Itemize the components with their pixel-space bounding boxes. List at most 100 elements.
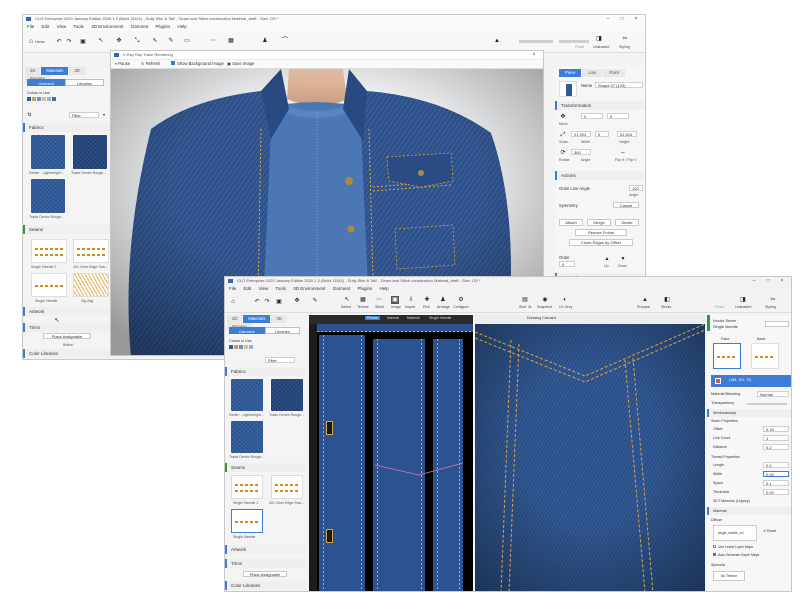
menu-tools[interactable]: Tools [73,24,84,29]
pattern-2d-window[interactable]: Pieces Internal Material Single Needle [309,315,473,591]
workmanship-header[interactable]: Workmanship [707,409,791,417]
front-seam-thumb-2[interactable] [271,475,303,499]
pick-tool-icon[interactable]: ✚ [423,296,431,304]
seam-thumb-zig-zag[interactable] [73,273,109,297]
texture-tool-icon[interactable]: ▦ [359,296,367,304]
face-preview[interactable] [713,343,741,369]
front-minimize-icon[interactable]: – [747,277,761,285]
front-select-tool-icon[interactable]: ↖ [343,296,351,304]
stitch-tool-front-icon[interactable]: ⋯ [375,296,383,304]
length-field[interactable]: 0.4 [763,462,789,468]
front-pen-icon[interactable]: ✎ [311,297,319,305]
order-down-icon[interactable]: ▼ [619,255,627,263]
pen-tool-icon[interactable]: ✎ [167,37,175,45]
styling-label[interactable]: Styling [619,45,630,49]
size-icon[interactable]: ▤ [521,296,529,304]
subtab-garment[interactable]: Garment [27,79,66,86]
front-maximize-icon[interactable]: □ [761,277,775,285]
scale-field[interactable]: 21.904 [571,131,591,137]
front-menu-garment[interactable]: Garment [333,286,351,291]
diffuse-texture-box[interactable]: single_needle_col [713,525,757,541]
front-undo-icon[interactable]: ↶ [253,298,261,306]
stitch-tool-icon[interactable]: ⋯ [209,37,217,45]
auto-depth-checkbox[interactable]: Auto Generate Depth Maps [713,553,759,557]
grid-tool-icon[interactable]: ▦ [227,37,235,45]
simulation-slider[interactable] [519,40,553,43]
seam-thumb-single-needle-2[interactable] [31,239,67,263]
internal-toggle[interactable]: Internal [387,316,399,320]
material-header[interactable]: Material [707,507,791,515]
distance-field[interactable]: 0.2 [763,444,789,450]
refresh-button[interactable]: ↻ Refresh [141,61,160,66]
seam-thumb-401-edge[interactable] [73,239,109,263]
divide-button[interactable]: Divide [615,219,639,226]
front-seam-thumb-1[interactable] [231,475,263,499]
order-field[interactable]: 0 [559,261,575,267]
front-menu-edit[interactable]: Edit [244,286,252,291]
front-tab-2d[interactable]: 2D [227,315,243,323]
tab-point[interactable]: Point [603,69,625,77]
pause-button[interactable]: ⏸ Pause [115,61,130,66]
home-label[interactable]: Home [35,40,45,44]
front-tab-3d[interactable]: 3D [271,315,287,323]
show-background-checkbox[interactable]: Show Background Image [171,61,224,66]
front-unshaded-icon[interactable]: ◨ [739,296,747,304]
close-icon[interactable]: × [629,15,643,23]
no-texture-button[interactable]: No Texture [713,571,745,581]
attach-button[interactable]: Attach [559,219,583,226]
fabric-thumb-denim-lightweight[interactable] [31,135,65,169]
fabric-thumb-trade-denim-1[interactable] [73,135,107,169]
front-camera-icon[interactable]: ▣ [275,298,283,306]
redo-icon[interactable]: ↷ [65,38,73,46]
subtab-libraries[interactable]: Libraries [65,79,104,86]
symmetry-cancel-button[interactable]: Cancel [613,202,639,208]
front-trims-header[interactable]: Trims [225,559,307,568]
artwork-section-header[interactable]: Artwork [23,307,111,316]
front-place-assignable-button[interactable]: Place Assignable [243,571,287,577]
unshaded-icon[interactable]: ◨ [595,35,603,43]
actions-header[interactable]: Actions [555,171,645,180]
import-tool-icon[interactable]: ⇩ [407,296,415,304]
line-count-field[interactable]: 1 [763,435,789,441]
color-chip[interactable] [715,378,721,384]
styling-icon[interactable]: ✂ [621,35,629,43]
seams-section-header[interactable]: Seams [23,225,111,234]
front-seam-thumb-3[interactable] [231,509,263,533]
blending-dropdown[interactable]: Normal [757,391,789,397]
use-linear-checkbox[interactable]: Use Linear Layer Maps [713,545,753,549]
back-preview[interactable] [751,343,779,369]
front-close-icon[interactable]: × [775,277,789,285]
menu-garment[interactable]: Garment [131,24,149,29]
rect-tool-icon[interactable]: ▭ [183,37,191,45]
place-assignable-button[interactable]: Place Assignable [43,333,91,339]
front-tab-materials[interactable]: Materials [243,315,271,323]
maximize-icon[interactable]: □ [615,15,629,23]
offset-field[interactable]: 0.15 [763,426,789,432]
seam-preset-button[interactable] [765,321,789,327]
tab-line[interactable]: Line [582,69,603,77]
front-menu-plugins[interactable]: Plugins [358,286,373,291]
menu-edit[interactable]: Edit [42,24,50,29]
library-filter-field[interactable]: Filter [69,112,99,118]
transformation-header[interactable]: Transformation [555,101,645,110]
reduce-points-button[interactable]: Reduce Points [575,229,627,236]
thickness-field[interactable]: 0.03 [763,489,789,495]
flip-icon[interactable]: ⇔ [619,149,627,157]
front-move-icon[interactable]: ✥ [293,297,301,305]
angle-field[interactable]: 360 [571,149,591,155]
front-fabric-thumb-2[interactable] [271,379,303,411]
front-artwork-header[interactable]: Artwork [225,545,307,554]
save-image-button[interactable]: ▣ Save Image [227,61,254,66]
pattern-piece-left-front[interactable] [319,335,365,591]
height-field[interactable]: 61.924 [617,131,637,137]
space-field[interactable]: 0.1 [763,480,789,486]
filter-dropdown-icon[interactable]: ▾ [101,111,107,119]
front-menu-help[interactable]: Help [380,286,389,291]
grain-line-field[interactable]: 100 [629,185,643,191]
menu-3d-environment[interactable]: 3D Environment [91,24,123,29]
front-styling-icon[interactable]: ✂ [769,296,777,304]
move-y-field[interactable]: 0 [607,113,629,119]
avatar-tool-icon[interactable]: ♟ [261,37,269,45]
menu-plugins[interactable]: Plugins [156,24,171,29]
front-fabric-thumb-3[interactable] [231,421,263,453]
